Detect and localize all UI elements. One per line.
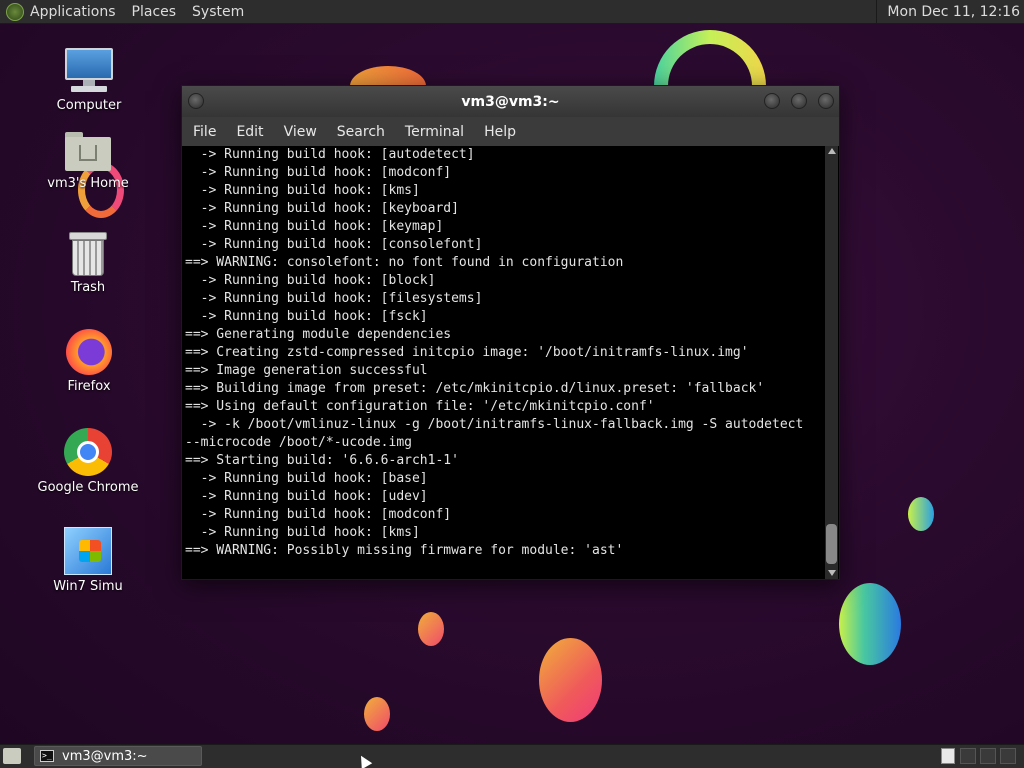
workspace-2[interactable]	[960, 748, 976, 764]
terminal-line: ==> WARNING: Possibly missing firmware f…	[185, 543, 624, 558]
terminal-output[interactable]: -> Running build hook: [autodetect] -> R…	[183, 146, 826, 579]
wallpaper-blue-blob-large	[839, 583, 901, 665]
menu-applications[interactable]: Applications	[30, 4, 116, 20]
terminal-menubar: File Edit View Search Terminal Help	[182, 117, 839, 146]
terminal-line: ==> WARNING: consolefont: no font found …	[185, 255, 624, 270]
terminal-line: -> Running build hook: [modconf]	[185, 165, 452, 180]
window-titlebar[interactable]: vm3@vm3:~	[182, 86, 839, 117]
terminal-window[interactable]: vm3@vm3:~ File Edit View Search Terminal…	[181, 85, 840, 580]
chrome-icon	[64, 428, 112, 476]
terminal-line: --microcode /boot/*-ucode.img	[185, 435, 412, 450]
terminal-line: -> -k /boot/vmlinuz-linux -g /boot/initr…	[185, 417, 804, 432]
terminal-icon: >_	[40, 750, 54, 762]
menu-help[interactable]: Help	[484, 124, 516, 140]
top-panel: Applications Places System Mon Dec 11, 1…	[0, 0, 1024, 24]
window-title: vm3@vm3:~	[461, 93, 560, 110]
terminal-line: ==> Building image from preset: /etc/mki…	[185, 381, 765, 396]
scroll-down-icon[interactable]	[828, 570, 836, 576]
terminal-scrollbar[interactable]	[825, 146, 838, 579]
wallpaper-blue-blob-small	[908, 497, 934, 531]
terminal-line: -> Running build hook: [udev]	[185, 489, 428, 504]
desktop-icon-trash[interactable]: Trash	[28, 232, 148, 295]
clock[interactable]: Mon Dec 11, 12:16	[876, 0, 1024, 24]
workspace-4[interactable]	[1000, 748, 1016, 764]
computer-icon	[65, 46, 113, 94]
menu-file[interactable]: File	[193, 124, 216, 140]
close-button[interactable]	[818, 93, 834, 109]
menu-system[interactable]: System	[192, 4, 244, 20]
distro-logo-icon[interactable]	[6, 2, 24, 21]
desktop-icon-firefox[interactable]: Firefox	[29, 329, 149, 394]
terminal-line: -> Running build hook: [block]	[185, 273, 436, 288]
trash-icon	[69, 232, 107, 276]
firefox-icon	[66, 329, 112, 375]
terminal-line: ==> Starting build: '6.6.6-arch1-1'	[185, 453, 459, 468]
scroll-thumb[interactable]	[826, 524, 837, 564]
desktop-icon-computer[interactable]: Computer	[29, 46, 149, 113]
terminal-line: -> Running build hook: [kms]	[185, 183, 420, 198]
taskbar-terminal-button[interactable]: >_ vm3@vm3:~	[34, 746, 202, 766]
terminal-line: -> Running build hook: [base]	[185, 471, 428, 486]
terminal-line: -> Running build hook: [filesystems]	[185, 291, 483, 306]
terminal-line: -> Running build hook: [kms]	[185, 525, 420, 540]
terminal-line: ==> Image generation successful	[185, 363, 428, 378]
show-desktop-icon[interactable]	[3, 748, 21, 764]
desktop-icon-label: Firefox	[67, 379, 111, 394]
terminal-line: -> Running build hook: [keyboard]	[185, 201, 459, 216]
bottom-panel: >_ vm3@vm3:~	[0, 744, 1024, 768]
home-folder-icon	[65, 132, 111, 172]
terminal-line: -> Running build hook: [modconf]	[185, 507, 452, 522]
desktop-icon-win7[interactable]: Win7 Simu	[28, 527, 148, 594]
minimize-button[interactable]	[764, 93, 780, 109]
desktop-icon-label: Google Chrome	[37, 480, 139, 495]
menu-search[interactable]: Search	[337, 124, 385, 140]
window-menu-icon[interactable]	[188, 93, 204, 109]
menu-terminal[interactable]: Terminal	[405, 124, 464, 140]
wallpaper-orange-blob-small	[418, 612, 444, 646]
desktop-icon-label: vm3's Home	[47, 176, 129, 191]
win7-icon	[64, 527, 112, 575]
desktop-icon-home[interactable]: vm3's Home	[28, 132, 148, 191]
menu-places[interactable]: Places	[132, 4, 177, 20]
wallpaper-orange-blob-tiny	[364, 697, 390, 731]
scroll-up-icon[interactable]	[828, 148, 836, 154]
workspace-3[interactable]	[980, 748, 996, 764]
workspace-1[interactable]	[941, 748, 955, 764]
terminal-line: -> Running build hook: [fsck]	[185, 309, 428, 324]
desktop-icon-label: Trash	[70, 280, 106, 295]
terminal-line: -> Running build hook: [keymap]	[185, 219, 444, 234]
taskbar-button-label: vm3@vm3:~	[62, 748, 148, 764]
desktop-icon-label: Computer	[56, 98, 122, 113]
terminal-line: ==> Using default configuration file: '/…	[185, 399, 655, 414]
desktop-icon-label: Win7 Simu	[53, 579, 123, 594]
menu-view[interactable]: View	[284, 124, 317, 140]
maximize-button[interactable]	[791, 93, 807, 109]
terminal-line: -> Running build hook: [consolefont]	[185, 237, 483, 252]
menu-edit[interactable]: Edit	[236, 124, 263, 140]
terminal-line: ==> Creating zstd-compressed initcpio im…	[185, 345, 749, 360]
terminal-line: -> Running build hook: [autodetect]	[185, 147, 475, 162]
terminal-line: ==> Generating module dependencies	[185, 327, 452, 342]
wallpaper-orange-blob-large	[539, 638, 602, 722]
desktop-icon-chrome[interactable]: Google Chrome	[28, 428, 148, 495]
